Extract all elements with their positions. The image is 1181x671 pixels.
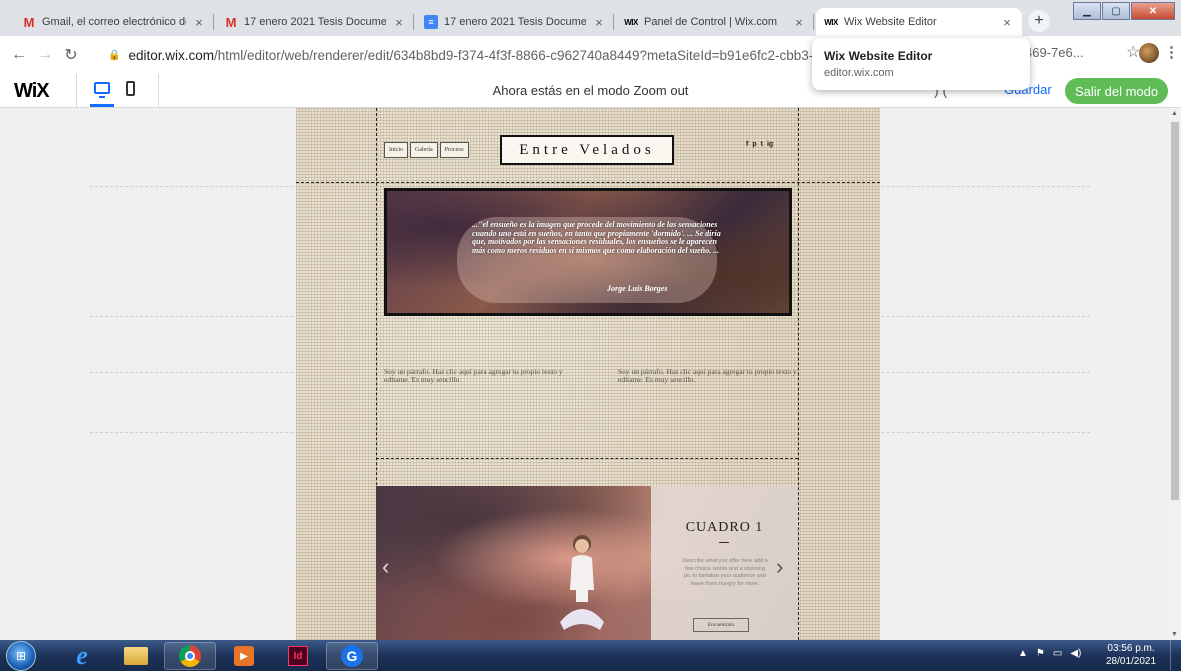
- tab-close-icon[interactable]: ×: [1000, 15, 1014, 30]
- indesign-icon[interactable]: Id: [272, 642, 324, 670]
- docs-icon: ≡: [424, 15, 438, 29]
- quote-text: ..."el ensueño es la imagen que procede …: [472, 220, 721, 255]
- clock-date: 28/01/2021: [1106, 656, 1157, 667]
- divider: [719, 542, 729, 543]
- wix-icon: WIX: [824, 17, 838, 27]
- kebab-menu-icon[interactable]: ⋮: [1164, 43, 1179, 61]
- start-button[interactable]: ⊞: [6, 641, 36, 671]
- slide-cta-button[interactable]: Encuéntralo: [693, 618, 749, 632]
- url-path: /html/editor/web/renderer/edit/634b8bd9-…: [213, 47, 878, 63]
- vertical-scrollbar[interactable]: ▲ ▼: [1169, 108, 1181, 640]
- section-guide: [376, 458, 798, 459]
- pinterest-icon[interactable]: p: [752, 141, 756, 148]
- tab-close-icon[interactable]: ×: [792, 15, 806, 30]
- close-window-button[interactable]: ✕: [1131, 2, 1175, 20]
- g-app-icon[interactable]: G: [326, 642, 378, 670]
- scrollbar-thumb[interactable]: [1171, 122, 1179, 500]
- maximize-button[interactable]: ▢: [1102, 2, 1130, 20]
- tab-wix-panel[interactable]: WIX Panel de Control | Wix.com ×: [616, 8, 814, 36]
- taskbar: ⊞ e ▶ Id G ▲ ⚑ ▭ ◀) 03:56 p.m. 28/01/202…: [0, 640, 1181, 671]
- twitter-icon[interactable]: t: [761, 141, 763, 148]
- tab-title: 17 enero 2021 Tesis Documento: [244, 16, 386, 28]
- chrome-icon[interactable]: [164, 642, 216, 670]
- instagram-icon[interactable]: ig: [767, 141, 773, 148]
- show-desktop-button[interactable]: [1170, 640, 1181, 671]
- menu-item-inicio[interactable]: Inicio: [384, 142, 408, 158]
- tab-close-icon[interactable]: ×: [392, 15, 406, 30]
- tray-expand-icon[interactable]: ▲: [1018, 648, 1028, 659]
- forward-arrow-icon[interactable]: →: [32, 46, 58, 64]
- tab-tesis-gmail[interactable]: M 17 enero 2021 Tesis Documento ×: [216, 8, 414, 36]
- site-menu: Inicio Galería Proceso: [384, 142, 469, 158]
- tab-hover-card: Wix Website Editor editor.wix.com: [812, 38, 1030, 90]
- quote-banner[interactable]: ..."el ensueño es la imagen que procede …: [384, 188, 792, 316]
- menu-item-galeria[interactable]: Galería: [410, 142, 438, 158]
- minimize-button[interactable]: ▁: [1073, 2, 1101, 20]
- hover-card-title: Wix Website Editor: [824, 49, 933, 63]
- exit-zoom-button[interactable]: Salir del modo: [1065, 78, 1169, 104]
- quote-author: Jorge Luis Borges: [607, 284, 668, 293]
- clock-time: 03:56 p.m.: [1107, 643, 1155, 654]
- network-icon[interactable]: ▭: [1053, 648, 1062, 659]
- site-title[interactable]: Entre Velados: [500, 135, 674, 165]
- gmail-icon: M: [225, 14, 237, 30]
- gmail-icon: M: [23, 14, 35, 30]
- ie-icon[interactable]: e: [56, 641, 108, 670]
- chevron-right-icon[interactable]: ›: [776, 554, 783, 580]
- file-explorer-icon[interactable]: [110, 642, 162, 670]
- gridline-right: [798, 108, 799, 640]
- paragraph-right[interactable]: Soy un párrafo. Haz clic aquí para agreg…: [618, 368, 798, 384]
- url-tail: 469-7e6...: [1025, 45, 1084, 60]
- wix-icon: WIX: [624, 17, 638, 27]
- scroll-up-icon[interactable]: ▲: [1171, 110, 1178, 117]
- reload-icon[interactable]: ↻: [58, 45, 84, 65]
- hover-card-host: editor.wix.com: [824, 67, 894, 79]
- tab-wix-editor[interactable]: WIX Wix Website Editor ×: [816, 8, 1022, 36]
- action-center-icon[interactable]: ⚑: [1036, 648, 1045, 659]
- tab-strip: M Gmail, el correo electrónico de G × M …: [0, 0, 1181, 36]
- header-guide: [296, 182, 880, 183]
- facebook-icon[interactable]: f: [746, 141, 748, 148]
- slide-description: Describe what you offer here add a few c…: [682, 558, 768, 587]
- clock[interactable]: 03:56 p.m. 28/01/2021: [1106, 642, 1156, 668]
- chevron-left-icon[interactable]: ‹: [382, 554, 389, 580]
- lock-icon: 🔒: [108, 49, 121, 61]
- tab-title: Wix Website Editor: [844, 16, 937, 28]
- media-player-icon[interactable]: ▶: [218, 642, 270, 670]
- menu-item-proceso[interactable]: Proceso: [439, 142, 469, 158]
- back-arrow-icon[interactable]: ←: [6, 46, 32, 64]
- url-host: editor.wix.com: [128, 47, 214, 63]
- screen: M Gmail, el correo electrónico de G × M …: [0, 0, 1181, 671]
- painting-figure: [560, 535, 604, 630]
- slide-title: CUADRO 1: [685, 520, 764, 535]
- tab-close-icon[interactable]: ×: [592, 15, 606, 30]
- volume-icon[interactable]: ◀): [1070, 648, 1081, 659]
- tab-title: 17 enero 2021 Tesis Documento: [444, 16, 586, 28]
- window-controls: ▁ ▢ ✕: [1073, 2, 1175, 20]
- tab-tesis-docs[interactable]: ≡ 17 enero 2021 Tesis Documento ×: [416, 8, 614, 36]
- paragraph-left[interactable]: Soy un párrafo. Haz clic aquí para agreg…: [384, 368, 564, 384]
- social-bar: f p t ig: [746, 141, 773, 148]
- system-tray: ▲ ⚑ ▭ ◀): [1018, 648, 1081, 659]
- tab-close-icon[interactable]: ×: [192, 15, 206, 30]
- gallery-slideshow[interactable]: ‹ CUADRO 1 Describe what you offer here …: [376, 486, 798, 646]
- active-view-indicator: [90, 104, 114, 107]
- tab-gmail[interactable]: M Gmail, el correo electrónico de G ×: [14, 8, 214, 36]
- scroll-down-icon[interactable]: ▼: [1171, 631, 1178, 638]
- new-tab-button[interactable]: +: [1028, 10, 1050, 32]
- profile-avatar[interactable]: [1139, 43, 1159, 63]
- tab-title: Panel de Control | Wix.com: [644, 16, 778, 28]
- tab-title: Gmail, el correo electrónico de G: [42, 16, 186, 28]
- site-canvas[interactable]: Inicio Galería Proceso Entre Velados f p…: [296, 108, 880, 646]
